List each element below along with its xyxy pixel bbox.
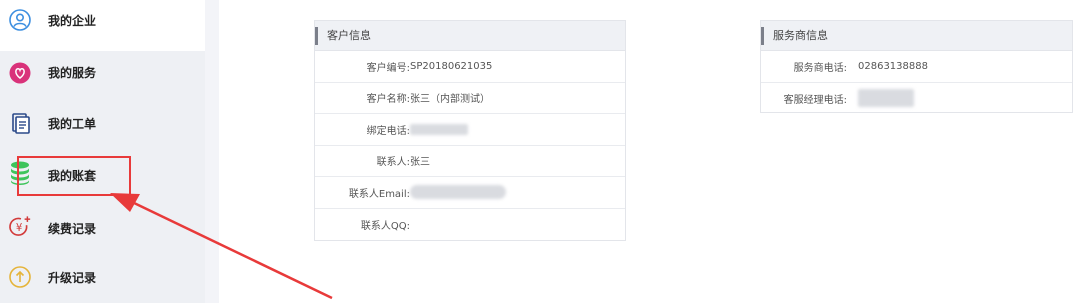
info-row-contact-qq: 联系人QQ: [315, 209, 625, 241]
yen-renew-icon: ¥ [8, 215, 32, 239]
info-row-customer-name: 客户名称: 张三（内部测试） [315, 83, 625, 114]
info-label: 服务商电话: [793, 62, 847, 74]
info-value: 张三 [410, 157, 430, 169]
info-value: 02863138888 [858, 60, 928, 72]
redacted-value [410, 114, 468, 145]
info-row-service-manager-phone: 客服经理电话: [761, 83, 1072, 115]
info-row-provider-phone: 服务商电话: 02863138888 [761, 51, 1072, 83]
svg-text:¥: ¥ [16, 223, 23, 234]
sidebar-item-upgrade-records[interactable]: 升级记录 [0, 255, 205, 303]
info-label: 联系人QQ: [360, 220, 410, 232]
document-icon [8, 111, 32, 135]
info-value: 张三（内部测试） [410, 94, 490, 106]
info-label: 绑定电话: [366, 125, 410, 137]
app-root: 我的企业 我的服务 我的工单 我的账套 ¥ 续费记录 升级记录 客户信息 客户编… [0, 0, 1080, 303]
redacted-value [410, 177, 506, 208]
customer-info-panel: 客户信息 客户编号: SP20180621035 客户名称: 张三（内部测试） … [314, 20, 626, 241]
sidebar-item-label: 我的工单 [48, 117, 97, 131]
customer-info-rows: 客户编号: SP20180621035 客户名称: 张三（内部测试） 绑定电话:… [315, 51, 625, 240]
sidebar-item-renewal-records[interactable]: ¥ 续费记录 [0, 204, 205, 255]
customer-info-title: 客户信息 [315, 21, 625, 51]
info-row-contact: 联系人: 张三 [315, 146, 625, 177]
info-label: 联系人Email: [348, 188, 410, 200]
sidebar-item-my-tickets[interactable]: 我的工单 [0, 102, 205, 153]
sidebar-item-label: 升级记录 [48, 271, 97, 285]
sidebar-divider-strip [205, 0, 219, 303]
info-label: 客户编号: [366, 62, 410, 74]
sidebar-item-label: 我的服务 [48, 66, 97, 80]
info-row-contact-email: 联系人Email: [315, 177, 625, 209]
info-label: 客服经理电话: [783, 94, 847, 106]
heart-badge-icon [8, 61, 32, 85]
redacted-value [858, 83, 914, 115]
user-circle-icon [8, 8, 32, 32]
annotation-highlight-box [17, 156, 131, 196]
sidebar-item-my-enterprise[interactable]: 我的企业 [0, 0, 205, 51]
provider-info-title: 服务商信息 [761, 21, 1072, 51]
provider-info-panel: 服务商信息 服务商电话: 02863138888 客服经理电话: [760, 20, 1073, 113]
provider-info-rows: 服务商电话: 02863138888 客服经理电话: [761, 51, 1072, 114]
sidebar: 我的企业 我的服务 我的工单 我的账套 ¥ 续费记录 升级记录 [0, 0, 205, 303]
info-label: 联系人: [376, 157, 410, 169]
upgrade-arrow-icon [8, 265, 32, 289]
sidebar-item-my-services[interactable]: 我的服务 [0, 51, 205, 102]
info-value: SP20180621035 [410, 60, 493, 72]
sidebar-item-label: 我的企业 [48, 14, 97, 28]
sidebar-item-label: 续费记录 [48, 222, 97, 236]
info-row-bound-phone: 绑定电话: [315, 114, 625, 146]
info-label: 客户名称: [366, 94, 410, 106]
info-row-customer-id: 客户编号: SP20180621035 [315, 51, 625, 83]
